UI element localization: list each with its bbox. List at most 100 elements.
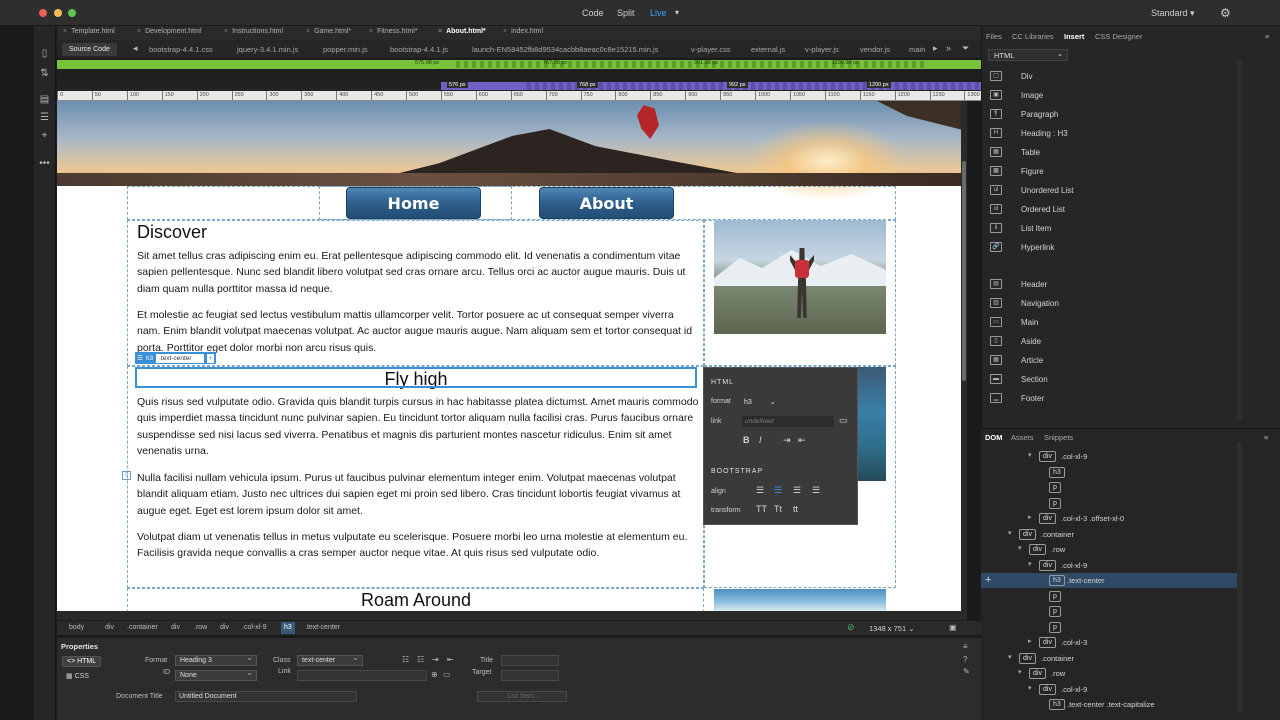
insert-item[interactable]: ▯ Aside [990, 334, 1220, 348]
related-file[interactable]: v-player.js [805, 45, 839, 54]
code-valid-icon[interactable]: ⊘ [847, 622, 855, 633]
align-center-icon[interactable]: ☰ [774, 485, 782, 496]
close-tab-icon[interactable]: × [369, 28, 373, 35]
mq-label[interactable]: 1199.98 px [832, 60, 859, 66]
insert-item[interactable]: H Heading : H3 [990, 126, 1220, 140]
insert-item[interactable]: ol Ordered List [990, 202, 1220, 216]
tag-class[interactable]: .col-xl-9 [242, 624, 267, 631]
dom-node[interactable]: h3 [981, 465, 1237, 480]
id-select[interactable]: None [175, 668, 257, 681]
indent-icon[interactable]: ⇥ [432, 655, 439, 664]
indent-icon[interactable]: ⇥ [783, 435, 791, 446]
hiker-photo[interactable] [714, 220, 886, 334]
dom-node[interactable]: ▾ div .col-xl-9 [981, 682, 1237, 697]
chevron-down-icon[interactable]: ▾ [1028, 560, 1032, 568]
insert-item[interactable]: ▦ Table [990, 145, 1220, 159]
insert-item[interactable]: ▢ Div [990, 69, 1220, 83]
related-file[interactable]: main [909, 45, 925, 54]
tag-class[interactable]: .container [127, 624, 158, 631]
chevron-down-icon[interactable]: ▾ [1008, 653, 1012, 661]
insert-item[interactable]: ▬ Section [990, 372, 1220, 386]
scrollbar-thumb[interactable] [962, 161, 966, 381]
roam-around-heading[interactable]: Roam Around [135, 590, 697, 611]
dom-node[interactable]: ▸ div .col-xl-3 [981, 635, 1237, 650]
mq-label[interactable]: 768 px [577, 82, 598, 88]
window-size-select[interactable]: 1348 x 751 ⌄ [869, 624, 915, 633]
beach-photo[interactable] [714, 589, 886, 611]
folder-icon[interactable]: ▭ [839, 415, 848, 426]
chevron-right-icon[interactable]: ▸ [1028, 513, 1032, 521]
mq-label[interactable]: 576 px [447, 82, 468, 88]
tab-files[interactable]: Files [986, 32, 1002, 41]
dom-node[interactable]: ▸ div .col-xl-3 .offset-xl-0 [981, 511, 1237, 526]
tab-cc-libraries[interactable]: CC Libraries [1012, 32, 1054, 41]
dom-node[interactable]: ▾ div .col-xl-9 [981, 558, 1237, 573]
live-view-button[interactable]: Live [650, 8, 667, 18]
target-select[interactable] [501, 670, 559, 681]
dom-node[interactable]: p [981, 496, 1237, 511]
chevron-down-icon[interactable]: ▾ [1028, 684, 1032, 692]
close-tab-icon[interactable]: × [224, 28, 228, 35]
insert-item[interactable]: ▣ Image [990, 88, 1220, 102]
zoom-window-button[interactable] [68, 9, 76, 17]
unordered-list-icon[interactable]: ☷ [402, 655, 409, 664]
live-preview-icon[interactable]: ▣ [949, 623, 957, 632]
tab-insert[interactable]: Insert [1064, 32, 1084, 41]
add-class-button[interactable]: + [206, 353, 215, 363]
dom-node[interactable]: ▾ div .row [981, 542, 1237, 557]
dom-node[interactable]: ▾ div .container [981, 527, 1237, 542]
inspect-icon[interactable]: ⌖ [38, 130, 51, 142]
title-input[interactable] [501, 655, 559, 666]
link-input[interactable] [297, 670, 427, 681]
css-tab[interactable]: ▦ CSS [62, 671, 93, 681]
capitalize-icon[interactable]: Tt [774, 504, 782, 514]
related-file[interactable]: jquery-3.4.1.min.js [237, 45, 298, 54]
insert-item[interactable]: ▭ Main [990, 315, 1220, 329]
tab-fitness[interactable]: × Fitness.html* [369, 28, 418, 35]
discover-heading[interactable]: Discover [137, 222, 207, 243]
insert-item[interactable]: li List Item [990, 221, 1220, 235]
class-select[interactable]: text-center [297, 653, 363, 666]
panel-menu-icon[interactable]: ≡ [1264, 433, 1268, 442]
media-query-bar-max[interactable]: 575.98 px 767.98 px 991.98 px 1199.98 px [57, 60, 981, 69]
tab-assets[interactable]: Assets [1011, 433, 1034, 442]
tab-css-designer[interactable]: CSS Designer [1095, 32, 1143, 41]
live-code-icon[interactable]: ▤ [38, 94, 51, 106]
insert-item[interactable]: ▥ Navigation [990, 296, 1220, 310]
format-source-icon[interactable]: ☰ [38, 112, 51, 124]
minimize-window-button[interactable] [54, 9, 62, 17]
align-justify-icon[interactable]: ☰ [812, 485, 820, 496]
tab-game[interactable]: × Game.html* [306, 28, 351, 35]
tag-class[interactable]: .row [194, 624, 207, 631]
tag-body[interactable]: body [69, 624, 84, 631]
gear-icon[interactable]: ⚙ [1220, 6, 1231, 20]
mq-label[interactable]: 767.98 px [543, 60, 567, 66]
live-view-dropdown-icon[interactable]: ▾ [675, 8, 679, 17]
dom-node[interactable]: p [981, 480, 1237, 495]
mq-label[interactable]: 575.98 px [415, 60, 439, 66]
dom-node[interactable]: p [981, 589, 1237, 604]
insert-item[interactable]: ▁ Footer [990, 391, 1220, 405]
close-tab-icon[interactable]: × [438, 28, 442, 35]
lowercase-icon[interactable]: tt [793, 504, 798, 514]
discover-paragraph-1[interactable]: Sit amet tellus cras adipiscing enim eu.… [137, 248, 697, 297]
chevron-down-icon[interactable]: ▾ [1008, 529, 1012, 537]
close-window-button[interactable] [39, 9, 47, 17]
dom-node[interactable]: ▾ div .col-xl-9 [981, 449, 1237, 464]
tag-div[interactable]: div [105, 624, 114, 631]
add-element-icon[interactable]: + [985, 574, 991, 586]
chevron-right-icon[interactable]: ▸ [1028, 637, 1032, 645]
dom-node[interactable]: p [981, 620, 1237, 635]
format-select[interactable]: Heading 3 [175, 653, 257, 666]
filter-icon[interactable]: ⏷ [962, 43, 969, 54]
panel-menu-icon[interactable]: ≡ [1265, 32, 1269, 41]
nav-home-button[interactable]: Home [346, 187, 481, 219]
dom-node[interactable]: + h3 .text-center [981, 573, 1237, 588]
insert-category-select[interactable]: HTML ⌄ [988, 49, 1068, 61]
more-tools-icon[interactable]: ••• [38, 158, 51, 170]
related-file[interactable]: bootstrap-4.4.1.css [149, 45, 213, 54]
tag-div[interactable]: div [220, 624, 229, 631]
fly-paragraph-2[interactable]: Nulla facilisi nullam vehicula ipsum. Pu… [137, 470, 697, 519]
discover-paragraph-2[interactable]: Et molestie ac feugiat sed lectus vestib… [137, 307, 697, 356]
align-left-icon[interactable]: ☰ [756, 485, 764, 496]
